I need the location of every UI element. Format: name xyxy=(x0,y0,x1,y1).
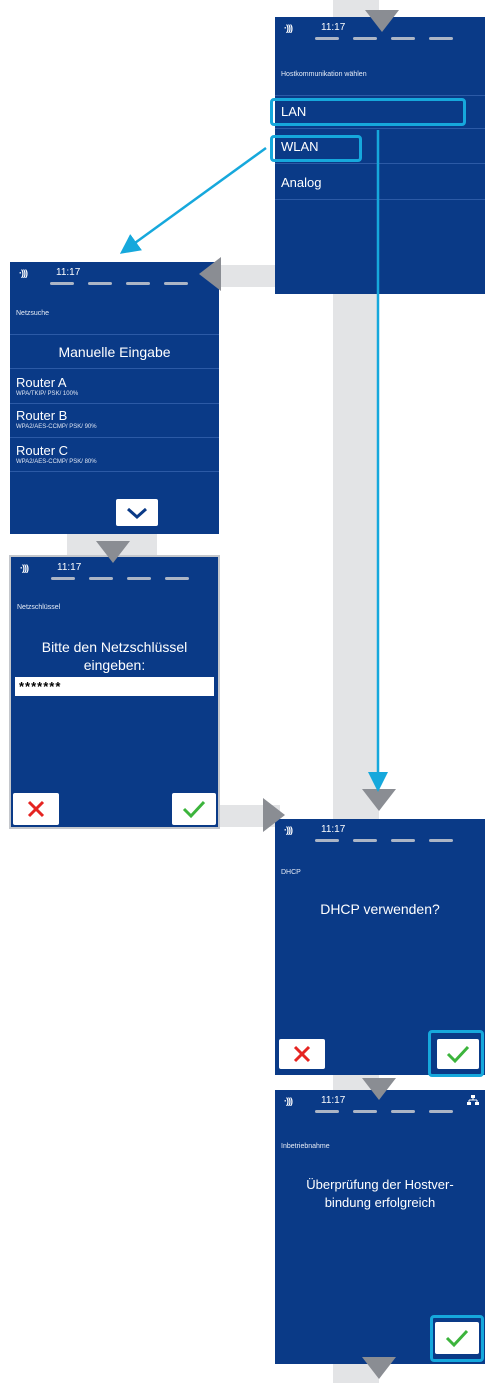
flow-line-wlan xyxy=(119,146,267,254)
flow-lines xyxy=(119,130,388,792)
